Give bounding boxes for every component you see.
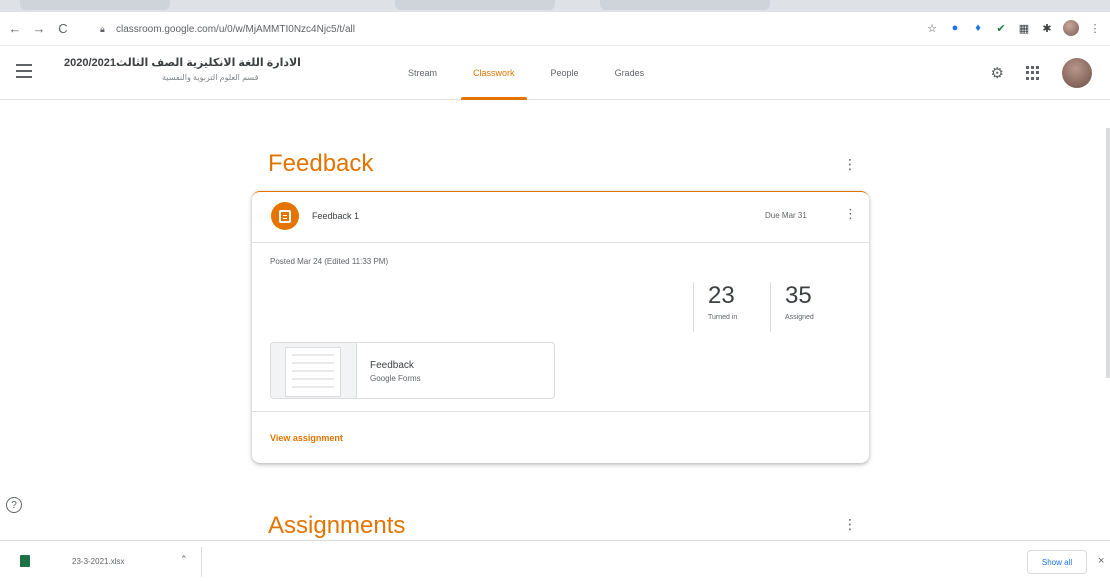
back-icon[interactable]: ← bbox=[6, 20, 24, 38]
turned-in-label: Turned in bbox=[708, 314, 738, 321]
assignment-icon bbox=[271, 202, 299, 230]
assigned-label: Assigned bbox=[785, 314, 814, 321]
assigned-stat[interactable]: 35 Assigned bbox=[770, 282, 814, 332]
browser-tab[interactable] bbox=[20, 0, 170, 10]
tab-people[interactable]: People bbox=[533, 46, 597, 100]
close-icon[interactable]: × bbox=[1098, 555, 1104, 567]
topic-more-icon[interactable]: ⋮ bbox=[843, 156, 857, 173]
lock-icon: 🔒︎ bbox=[100, 24, 105, 34]
show-all-button[interactable]: Show all bbox=[1027, 550, 1087, 574]
class-nav-tabs: Stream Classwork People Grades bbox=[390, 46, 662, 100]
extension-check-icon[interactable]: ✔ bbox=[994, 21, 1008, 35]
browser-tab[interactable] bbox=[395, 0, 555, 10]
divider bbox=[252, 411, 869, 412]
view-assignment-link[interactable]: View assignment bbox=[270, 433, 343, 443]
divider bbox=[201, 547, 202, 577]
apps-grid-icon[interactable] bbox=[1026, 66, 1040, 80]
browser-menu-icon[interactable]: ⋮ bbox=[1088, 21, 1102, 35]
turned-in-stat[interactable]: 23 Turned in bbox=[693, 282, 737, 332]
tab-classwork[interactable]: Classwork bbox=[455, 46, 533, 100]
browser-tab-strip bbox=[0, 0, 1110, 12]
tab-stream[interactable]: Stream bbox=[390, 46, 455, 100]
avatar[interactable] bbox=[1062, 58, 1092, 88]
menu-icon[interactable] bbox=[16, 64, 32, 78]
assignment-card: Feedback 1 Due Mar 31 ⋮ Posted Mar 24 (E… bbox=[252, 191, 869, 463]
excel-file-icon bbox=[20, 555, 30, 567]
extension-icon[interactable]: ▦ bbox=[1017, 21, 1031, 35]
assignment-due-date: Due Mar 31 bbox=[765, 211, 807, 220]
topic-title: Feedback bbox=[268, 150, 374, 177]
scrollbar[interactable] bbox=[1106, 128, 1110, 378]
topic-title: Assignments bbox=[268, 512, 406, 539]
browser-tab[interactable] bbox=[600, 0, 770, 10]
class-title[interactable]: 2020/2021الادارة اللغة الانكليزية الصف ا… bbox=[64, 56, 301, 69]
assignment-title[interactable]: Feedback 1 bbox=[312, 211, 359, 221]
extension-icon[interactable]: ● bbox=[948, 21, 962, 35]
posted-info: Posted Mar 24 (Edited 11:33 PM) bbox=[270, 257, 389, 266]
url-text: classroom.google.com/u/0/w/MjAMMTI0Nzc4N… bbox=[116, 23, 355, 35]
bookmark-star-icon[interactable]: ☆ bbox=[925, 21, 939, 35]
assigned-count: 35 bbox=[785, 282, 812, 309]
form-attachment[interactable]: Feedback Google Forms bbox=[270, 342, 555, 399]
classroom-header: 2020/2021الادارة اللغة الانكليزية الصف ا… bbox=[0, 46, 1110, 100]
address-bar[interactable]: 🔒︎ classroom.google.com/u/0/w/MjAMMTI0Nz… bbox=[96, 18, 896, 40]
tab-grades[interactable]: Grades bbox=[597, 46, 663, 100]
form-thumbnail bbox=[271, 343, 357, 398]
browser-profile-avatar[interactable] bbox=[1063, 20, 1079, 36]
extension-icon[interactable]: ♦ bbox=[971, 21, 985, 35]
attachment-type: Google Forms bbox=[370, 374, 421, 383]
extensions-puzzle-icon[interactable]: ✱ bbox=[1040, 21, 1054, 35]
browser-toolbar: ← → C 🔒︎ classroom.google.com/u/0/w/MjAM… bbox=[0, 12, 1110, 46]
assignment-more-icon[interactable]: ⋮ bbox=[844, 206, 857, 222]
download-file-name[interactable]: 23-3-2021.xlsx bbox=[72, 557, 124, 566]
turned-in-count: 23 bbox=[708, 282, 735, 309]
help-icon[interactable]: ? bbox=[6, 497, 22, 513]
download-bar: 23-3-2021.xlsx ⌃ Show all × bbox=[0, 540, 1110, 581]
attachment-title: Feedback bbox=[370, 360, 414, 371]
reload-icon[interactable]: C bbox=[54, 20, 72, 38]
header-actions: ⚙ bbox=[991, 58, 1092, 88]
forward-icon[interactable]: → bbox=[30, 20, 48, 38]
class-subtitle: قسم العلوم التربوية والنفسية bbox=[162, 73, 259, 82]
topic-more-icon[interactable]: ⋮ bbox=[843, 516, 857, 533]
gear-icon[interactable]: ⚙ bbox=[991, 64, 1004, 82]
chevron-up-icon[interactable]: ⌃ bbox=[180, 554, 188, 565]
extension-icons: ☆ ● ♦ ✔ ▦ ✱ ⋮ bbox=[925, 20, 1102, 36]
